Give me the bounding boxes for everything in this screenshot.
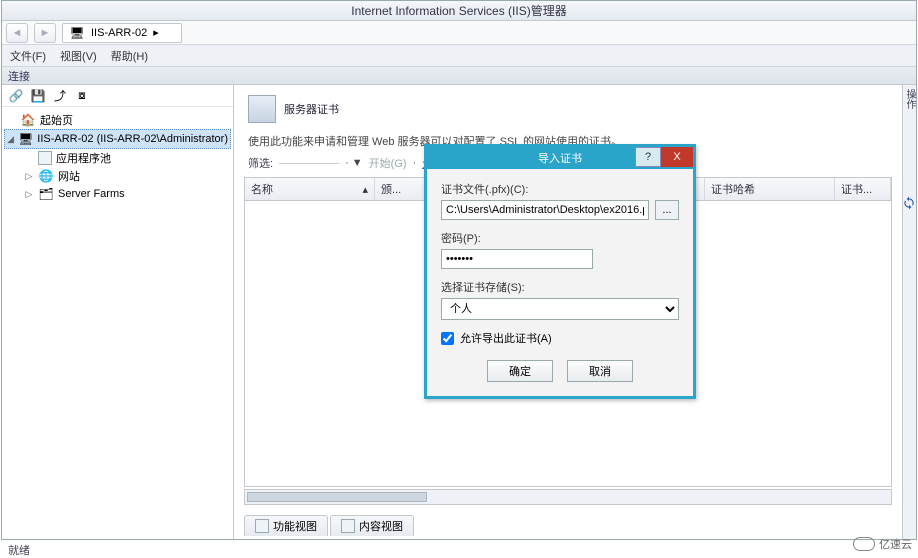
collapse-icon[interactable]: ◢ <box>7 134 14 145</box>
features-icon <box>255 519 269 533</box>
tree-start-label: 起始页 <box>40 112 73 128</box>
connect-icon[interactable]: 🔗 <box>8 88 24 104</box>
refresh-icon[interactable] <box>902 196 916 213</box>
dialog-title: 导入证书 <box>538 150 582 166</box>
nav-toolbar: ◄ ► 🖥 IIS-ARR-02 ▸ <box>2 21 916 45</box>
tree: 🏠 起始页 ◢ 🖥 IIS-ARR-02 (IIS-ARR-02\Adminis… <box>2 107 233 539</box>
menu-file[interactable]: 文件(F) <box>10 48 46 64</box>
save-icon[interactable]: 💾 <box>30 88 46 104</box>
allow-export-label: 允许导出此证书(A) <box>460 330 552 346</box>
dialog-close-button[interactable]: X <box>661 147 693 167</box>
menu-help[interactable]: 帮助(H) <box>111 48 148 64</box>
bottom-tabs: 功能视图 内容视图 <box>244 515 892 536</box>
store-select[interactable]: 个人 <box>441 298 679 320</box>
filter-start[interactable]: 开始(G) <box>369 155 407 171</box>
forward-button[interactable]: ► <box>34 23 56 43</box>
connections-header: 连接 <box>2 67 916 85</box>
tree-sites-label: 网站 <box>58 168 80 184</box>
allow-export-checkbox[interactable] <box>441 332 454 345</box>
tree-server-farms[interactable]: ▷ 🗂 Server Farms <box>22 185 231 203</box>
menu-view[interactable]: 视图(V) <box>60 48 97 64</box>
watermark-text: 亿速云 <box>879 536 912 552</box>
page-title: 服务器证书 <box>284 101 339 117</box>
filter-label: 筛选: <box>248 155 273 171</box>
tab-features[interactable]: 功能视图 <box>244 515 328 536</box>
expand-icon[interactable]: ▷ <box>24 189 34 200</box>
server-icon: 🖥 <box>69 25 85 41</box>
tree-server-node[interactable]: ◢ 🖥 IIS-ARR-02 (IIS-ARR-02\Administrator… <box>4 129 231 149</box>
watermark: 亿速云 <box>853 536 912 552</box>
store-label: 选择证书存储(S): <box>441 279 679 295</box>
col-hash[interactable]: 证书哈希 <box>705 178 835 200</box>
address-box[interactable]: 🖥 IIS-ARR-02 ▸ <box>62 23 182 43</box>
up-icon[interactable]: ⤴ <box>52 88 68 104</box>
watermark-icon <box>853 537 875 551</box>
menu-bar: 文件(F) 视图(V) 帮助(H) <box>2 45 916 67</box>
window-title: Internet Information Services (IIS)管理器 <box>2 1 916 21</box>
cancel-button[interactable]: 取消 <box>567 360 633 382</box>
password-label: 密码(P): <box>441 230 679 246</box>
certificate-file-input[interactable] <box>441 200 649 220</box>
certificate-icon <box>248 95 276 123</box>
home-icon: 🏠 <box>20 112 36 128</box>
tree-app-pools[interactable]: 应用程序池 <box>22 149 231 167</box>
farm-icon: 🗂 <box>38 186 54 202</box>
address-arrow: ▸ <box>153 26 159 39</box>
tree-start-page[interactable]: 🏠 起始页 <box>4 111 231 129</box>
tab-content[interactable]: 内容视图 <box>330 515 414 536</box>
tree-apppool-label: 应用程序池 <box>56 150 111 166</box>
filter-input[interactable] <box>279 163 339 164</box>
import-certificate-dialog: 导入证书 ? X 证书文件(.pfx)(C): ... 密码(P): 选择证书存… <box>424 144 696 399</box>
password-input[interactable] <box>441 249 593 269</box>
tree-sites[interactable]: ▷ 🌐 网站 <box>22 167 231 185</box>
globe-icon: 🌐 <box>38 168 54 184</box>
col-name[interactable]: 名称▴ <box>245 178 375 200</box>
dialog-titlebar[interactable]: 导入证书 ? X <box>427 147 693 169</box>
server-icon: 🖥 <box>18 131 33 147</box>
ok-button[interactable]: 确定 <box>487 360 553 382</box>
tree-farms-label: Server Farms <box>58 188 125 200</box>
col-store[interactable]: 证书... <box>835 178 891 200</box>
address-server: IIS-ARR-02 <box>91 27 147 39</box>
sort-icon: ▴ <box>362 183 368 196</box>
connections-panel: 🔗 💾 ⤴ ⧇ 🏠 起始页 ◢ 🖥 IIS-ARR-02 (IIS-ARR-02… <box>2 85 234 539</box>
back-button[interactable]: ◄ <box>6 23 28 43</box>
file-label: 证书文件(.pfx)(C): <box>441 181 679 197</box>
actions-panel-collapsed[interactable]: 操作 <box>902 85 916 539</box>
apppool-icon <box>38 151 52 165</box>
browse-button[interactable]: ... <box>655 200 679 220</box>
dialog-help-button[interactable]: ? <box>635 147 661 167</box>
status-bar: 就绪 <box>0 540 918 554</box>
connections-toolbar: 🔗 💾 ⤴ ⧇ <box>2 85 233 107</box>
expand-icon[interactable]: ▷ <box>24 171 34 182</box>
tree-server-label: IIS-ARR-02 (IIS-ARR-02\Administrator) <box>37 133 228 145</box>
stop-icon[interactable]: ⧇ <box>74 88 90 104</box>
horizontal-scrollbar[interactable] <box>244 489 892 505</box>
content-icon <box>341 519 355 533</box>
scroll-thumb[interactable] <box>247 492 427 502</box>
